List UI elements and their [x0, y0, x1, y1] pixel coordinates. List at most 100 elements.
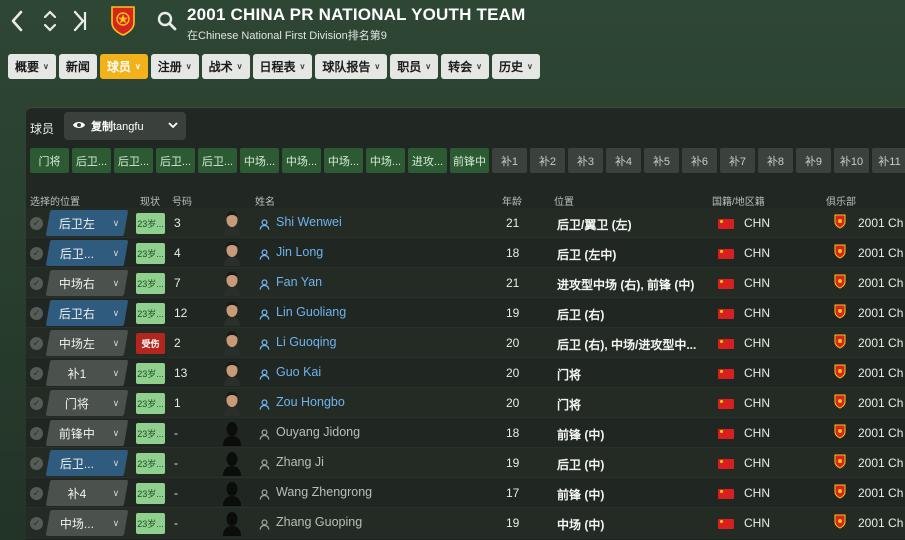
selected-position-dropdown[interactable]: 中场左 ∨	[45, 330, 129, 356]
player-nation[interactable]: CHN	[744, 396, 770, 410]
position-chip[interactable]: 门将	[30, 148, 69, 173]
position-chip[interactable]: 前锋中	[450, 148, 489, 173]
player-club[interactable]: 2001 Ch	[858, 516, 903, 530]
position-chip[interactable]: 补5	[644, 148, 679, 173]
player-club[interactable]: 2001 Ch	[858, 276, 903, 290]
position-chip[interactable]: 后卫...	[198, 148, 237, 173]
player-name-link[interactable]: Zhang Guoping	[276, 515, 362, 529]
position-chip[interactable]: 补1	[492, 148, 527, 173]
league-position-subtitle[interactable]: 在Chinese National First Division排名第9	[187, 27, 387, 43]
select-check-icon[interactable]: ✓	[30, 217, 43, 230]
position-chip[interactable]: 后卫...	[156, 148, 195, 173]
position-chip[interactable]: 补3	[568, 148, 603, 173]
search-icon[interactable]	[156, 10, 178, 32]
select-check-icon[interactable]: ✓	[30, 247, 43, 260]
player-club[interactable]: 2001 Ch	[858, 336, 903, 350]
table-row[interactable]: ✓ 中场左 ∨ 受伤 2 Li Guoqing 20 后卫 (右), 中场/进攻型中... CH…	[26, 328, 905, 358]
player-club[interactable]: 2001 Ch	[858, 456, 903, 470]
skip-forward-icon[interactable]	[68, 8, 90, 34]
col-nationality[interactable]: 国籍/地区籍	[712, 193, 765, 208]
status-badge[interactable]: 23岁...	[136, 423, 165, 444]
view-selector[interactable]: 复制tangfu	[64, 112, 186, 140]
player-name-link[interactable]: Li Guoqing	[276, 335, 336, 349]
table-row[interactable]: ✓ 后卫左 ∨ 23岁... 3 Shi Wenwei 21 后卫/翼卫 (左) CHN 2001…	[26, 208, 905, 238]
status-badge[interactable]: 受伤	[136, 333, 165, 354]
selected-position-dropdown[interactable]: 后卫... ∨	[45, 450, 129, 476]
position-chip[interactable]: 补10	[834, 148, 869, 173]
select-check-icon[interactable]: ✓	[30, 307, 43, 320]
player-name-link[interactable]: Zou Hongbo	[276, 395, 345, 409]
select-check-icon[interactable]: ✓	[30, 487, 43, 500]
col-position[interactable]: 位置	[554, 193, 574, 208]
player-name-link[interactable]: Ouyang Jidong	[276, 425, 360, 439]
status-badge[interactable]: 23岁...	[136, 243, 165, 264]
position-chip[interactable]: 补7	[720, 148, 755, 173]
col-status[interactable]: 现状	[140, 193, 160, 208]
selected-position-dropdown[interactable]: 后卫... ∨	[45, 240, 129, 266]
player-nation[interactable]: CHN	[744, 486, 770, 500]
position-chip[interactable]: 中场...	[324, 148, 363, 173]
player-club[interactable]: 2001 Ch	[858, 216, 903, 230]
player-nation[interactable]: CHN	[744, 456, 770, 470]
tab-4[interactable]: 战术 ∨	[201, 54, 250, 79]
table-row[interactable]: ✓ 前锋中 ∨ 23岁... - Ouyang Jidong 18 前锋 (中) CHN 2001…	[26, 418, 905, 448]
status-badge[interactable]: 23岁...	[136, 393, 165, 414]
position-chip[interactable]: 补2	[530, 148, 565, 173]
player-name-link[interactable]: Zhang Ji	[276, 455, 324, 469]
player-nation[interactable]: CHN	[744, 516, 770, 530]
select-check-icon[interactable]: ✓	[30, 457, 43, 470]
player-nation[interactable]: CHN	[744, 306, 770, 320]
position-chip[interactable]: 补11	[872, 148, 905, 173]
position-chip[interactable]: 中场...	[366, 148, 405, 173]
player-club[interactable]: 2001 Ch	[858, 246, 903, 260]
col-age[interactable]: 年龄	[502, 193, 522, 208]
tab-3[interactable]: 注册 ∨	[150, 54, 199, 79]
player-club[interactable]: 2001 Ch	[858, 396, 903, 410]
table-row[interactable]: ✓ 中场... ∨ 23岁... - Zhang Guoping 19 中场 (中) CHN 20…	[26, 508, 905, 538]
player-nation[interactable]: CHN	[744, 336, 770, 350]
position-chip[interactable]: 后卫...	[72, 148, 111, 173]
player-club[interactable]: 2001 Ch	[858, 486, 903, 500]
select-check-icon[interactable]: ✓	[30, 397, 43, 410]
tab-7[interactable]: 职员 ∨	[390, 54, 439, 79]
player-club[interactable]: 2001 Ch	[858, 366, 903, 380]
tab-9[interactable]: 历史 ∨	[492, 54, 540, 79]
col-number[interactable]: 号码	[172, 193, 192, 208]
player-nation[interactable]: CHN	[744, 426, 770, 440]
selected-position-dropdown[interactable]: 后卫右 ∨	[45, 300, 129, 326]
player-name-link[interactable]: Fan Yan	[276, 275, 322, 289]
table-row[interactable]: ✓ 中场右 ∨ 23岁... 7 Fan Yan 21 进攻型中场 (右), 前锋 (中) CH…	[26, 268, 905, 298]
back-icon[interactable]	[7, 8, 29, 34]
col-club[interactable]: 俱乐部	[826, 193, 856, 208]
tab-6[interactable]: 球队报告 ∨	[315, 54, 388, 79]
col-selected-position[interactable]: 选择的位置	[30, 193, 80, 208]
status-badge[interactable]: 23岁...	[136, 213, 165, 234]
select-check-icon[interactable]: ✓	[30, 427, 43, 440]
player-nation[interactable]: CHN	[744, 366, 770, 380]
player-name-link[interactable]: Lin Guoliang	[276, 305, 346, 319]
tab-5[interactable]: 日程表 ∨	[252, 54, 313, 79]
selected-position-dropdown[interactable]: 后卫左 ∨	[45, 210, 129, 236]
up-down-chevron-icon[interactable]	[39, 8, 61, 34]
selected-position-dropdown[interactable]: 中场... ∨	[45, 510, 129, 536]
player-nation[interactable]: CHN	[744, 246, 770, 260]
status-badge[interactable]: 23岁...	[136, 363, 165, 384]
selected-position-dropdown[interactable]: 中场右 ∨	[45, 270, 129, 296]
player-name-link[interactable]: Shi Wenwei	[276, 215, 342, 229]
table-row[interactable]: ✓ 后卫... ∨ 23岁... - Zhang Ji 19 后卫 (中) CHN 2001 Ch	[26, 448, 905, 478]
position-chip[interactable]: 中场...	[240, 148, 279, 173]
selected-position-dropdown[interactable]: 门将 ∨	[45, 390, 129, 416]
status-badge[interactable]: 23岁...	[136, 483, 165, 504]
selected-position-dropdown[interactable]: 补1 ∨	[45, 360, 129, 386]
tab-0[interactable]: 概要 ∨	[8, 54, 56, 79]
player-club[interactable]: 2001 Ch	[858, 426, 903, 440]
select-check-icon[interactable]: ✓	[30, 277, 43, 290]
position-chip[interactable]: 后卫...	[114, 148, 153, 173]
status-badge[interactable]: 23岁...	[136, 273, 165, 294]
selected-position-dropdown[interactable]: 补4 ∨	[45, 480, 129, 506]
position-chip[interactable]: 中场...	[282, 148, 321, 173]
tab-2[interactable]: 球员 ∨	[99, 54, 148, 79]
player-club[interactable]: 2001 Ch	[858, 306, 903, 320]
status-badge[interactable]: 23岁...	[136, 513, 165, 534]
status-badge[interactable]: 23岁...	[136, 453, 165, 474]
